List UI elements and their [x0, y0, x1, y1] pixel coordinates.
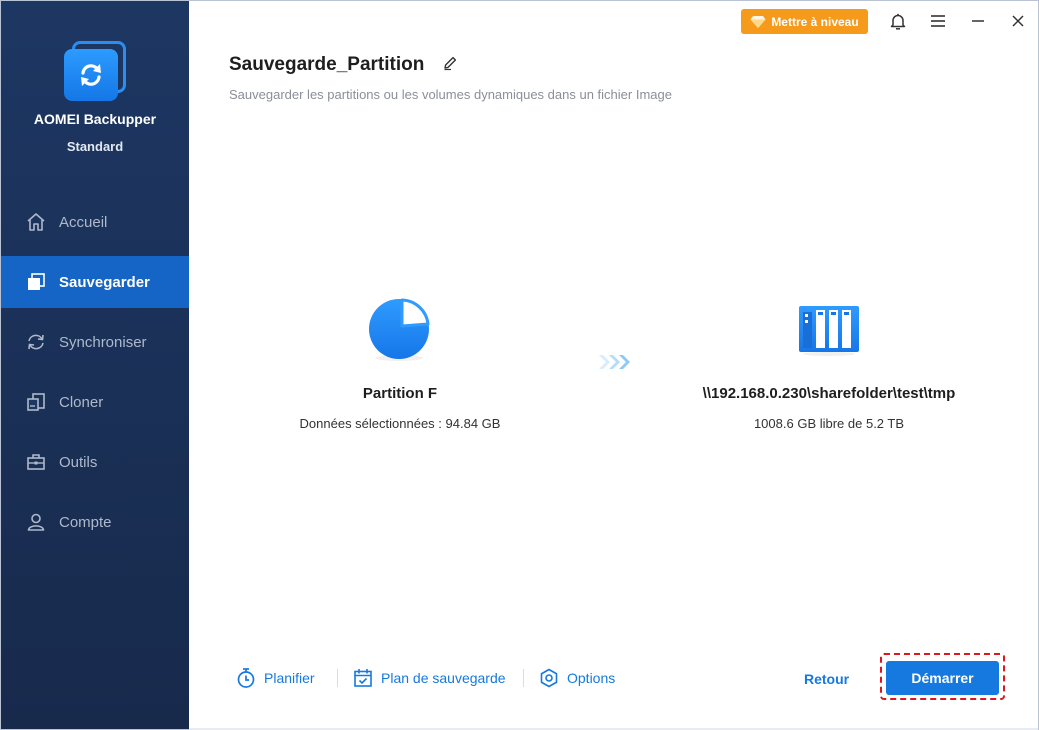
close-icon[interactable]: [1008, 11, 1028, 31]
sidebar-item-label: Outils: [59, 453, 98, 471]
settings-icon: [540, 668, 558, 688]
home-icon: [25, 211, 47, 233]
bell-icon[interactable]: [888, 11, 908, 31]
sidebar-item-sauvegarder[interactable]: Sauvegarder: [1, 256, 189, 308]
sidebar-item-outils[interactable]: Outils: [1, 436, 189, 488]
sidebar-item-label: Sauvegarder: [59, 273, 150, 291]
minimize-icon[interactable]: [968, 11, 988, 31]
options-label: Options: [567, 670, 616, 686]
app-logo: [64, 41, 126, 103]
page-subtitle: Sauvegarder les partitions ou les volume…: [229, 87, 672, 102]
back-button[interactable]: Retour: [804, 671, 849, 687]
edit-icon[interactable]: [442, 55, 460, 73]
divider: [523, 669, 524, 687]
sidebar-item-synchroniser[interactable]: Synchroniser: [1, 316, 189, 368]
user-icon: [25, 511, 47, 533]
partition-pie-icon[interactable]: [365, 296, 433, 364]
destination-info: 1008.6 GB libre de 5.2 TB: [753, 416, 905, 431]
backup-plan-label: Plan de sauvegarde: [381, 670, 506, 686]
options-button[interactable]: Options: [539, 667, 615, 689]
sync-logo-icon: [81, 64, 101, 86]
toolbox-icon: [25, 451, 47, 473]
start-button[interactable]: Démarrer: [886, 661, 999, 695]
nas-icon[interactable]: [797, 304, 861, 356]
backup-plan-button[interactable]: Plan de sauvegarde: [353, 667, 506, 689]
sidebar: AOMEI Backupper Standard Accueil Sauvega…: [1, 1, 189, 729]
app-name: AOMEI Backupper: [33, 111, 157, 127]
backup-icon: [25, 271, 47, 293]
sidebar-item-label: Synchroniser: [59, 333, 147, 351]
sync-icon: [25, 331, 47, 353]
menu-icon[interactable]: [928, 11, 948, 31]
app-edition: Standard: [66, 139, 124, 154]
schedule-label: Planifier: [264, 670, 315, 686]
divider: [337, 669, 338, 687]
upgrade-button[interactable]: Mettre à niveau: [741, 9, 868, 34]
sidebar-item-accueil[interactable]: Accueil: [1, 196, 189, 248]
page-title: Sauvegarde_Partition: [229, 54, 425, 75]
sidebar-item-label: Compte: [59, 513, 112, 531]
destination-title: \\192.168.0.230\sharefolder\test\tmp: [702, 385, 956, 402]
schedule-button[interactable]: Planifier: [236, 667, 315, 689]
app-window: AOMEI Backupper Standard Accueil Sauvega…: [0, 0, 1039, 730]
direction-arrows-icon: [599, 355, 630, 369]
calendar-check-icon: [354, 669, 372, 687]
clone-icon: [25, 391, 47, 413]
source-info: Données sélectionnées : 94.84 GB: [299, 416, 501, 431]
sidebar-item-compte[interactable]: Compte: [1, 496, 189, 548]
upgrade-label: Mettre à niveau: [771, 14, 859, 29]
sidebar-item-cloner[interactable]: Cloner: [1, 376, 189, 428]
diamond-icon: [750, 15, 766, 28]
sidebar-item-label: Accueil: [59, 213, 108, 231]
sidebar-item-label: Cloner: [59, 393, 104, 411]
stopwatch-icon: [237, 668, 255, 688]
source-title: Partition F: [362, 385, 438, 402]
